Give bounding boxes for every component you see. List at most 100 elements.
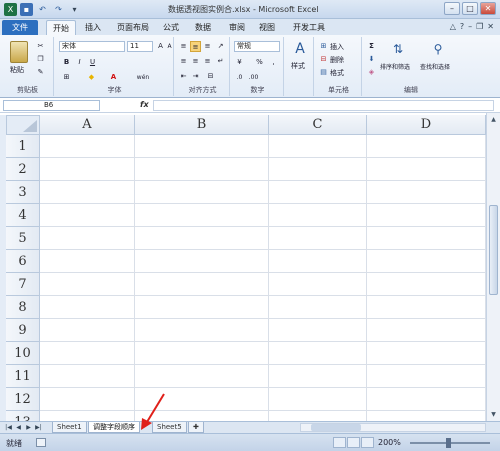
phonetic-icon[interactable]: wén (136, 72, 150, 83)
window-minimize-icon[interactable]: – (468, 22, 472, 31)
tab-home[interactable]: 开始 (46, 20, 76, 35)
orientation-icon[interactable]: ↗ (215, 41, 226, 52)
sheet-tab-sheet1[interactable]: Sheet1 (52, 422, 87, 433)
format-cells-icon[interactable]: ▤ (318, 67, 329, 78)
zoom-level[interactable]: 200% (378, 438, 401, 447)
row-header[interactable]: 11 (6, 365, 40, 388)
delete-cells-icon[interactable]: ⊟ (318, 54, 329, 65)
font-name-select[interactable]: 宋体 (59, 41, 125, 52)
paste-icon[interactable] (10, 41, 28, 63)
insert-cells-label[interactable]: 插入 (330, 42, 344, 52)
shrink-font-icon[interactable]: A (164, 41, 175, 52)
maximize-button[interactable]: □ (462, 2, 478, 15)
undo-icon[interactable]: ↶ (36, 3, 49, 16)
redo-icon[interactable]: ↷ (52, 3, 65, 16)
prev-sheet-icon[interactable]: ◀ (14, 423, 23, 432)
align-middle-icon[interactable]: ≡ (190, 41, 201, 52)
styles-icon[interactable]: A (292, 41, 308, 57)
insert-function-icon[interactable]: fx (140, 100, 149, 109)
tab-review[interactable]: 审阅 (224, 20, 250, 35)
next-sheet-icon[interactable]: ▶ (24, 423, 33, 432)
macro-record-icon[interactable] (36, 438, 46, 447)
fill-icon[interactable]: ⬇ (366, 54, 377, 65)
row-header[interactable]: 2 (6, 158, 40, 181)
vertical-scrollbar[interactable]: ▲ ▼ (486, 113, 500, 421)
window-close-icon[interactable]: ✕ (487, 22, 494, 31)
horizontal-scrollbar[interactable] (300, 423, 486, 432)
tab-data[interactable]: 数据 (190, 20, 216, 35)
styles-label[interactable]: 样式 (291, 61, 305, 71)
tab-insert[interactable]: 插入 (80, 20, 106, 35)
delete-cells-label[interactable]: 删除 (330, 55, 344, 65)
row-header[interactable]: 8 (6, 296, 40, 319)
row-header[interactable]: 3 (6, 181, 40, 204)
row-header[interactable]: 9 (6, 319, 40, 342)
paste-label[interactable]: 粘贴 (10, 65, 24, 75)
wrap-text-icon[interactable]: ↵ (215, 56, 226, 67)
sheet-tab-active[interactable]: 调整字段顺序 (88, 422, 140, 433)
fill-color-icon[interactable]: ◆ (86, 72, 97, 83)
align-right-icon[interactable]: ≡ (202, 56, 213, 67)
merge-center-icon[interactable]: ⊟ (205, 71, 216, 82)
vertical-scroll-thumb[interactable] (489, 205, 498, 295)
first-sheet-icon[interactable]: |◀ (4, 423, 13, 432)
tab-file[interactable]: 文件 (2, 20, 38, 35)
last-sheet-icon[interactable]: ▶| (34, 423, 43, 432)
number-format-select[interactable]: 常规 (234, 41, 280, 52)
tab-page-layout[interactable]: 页面布局 (110, 20, 156, 35)
save-icon[interactable]: ▪ (20, 3, 33, 16)
tab-formulas[interactable]: 公式 (158, 20, 184, 35)
find-select-icon[interactable]: ⚲ (430, 41, 446, 57)
row-header[interactable]: 5 (6, 227, 40, 250)
worksheet-grid[interactable]: A B C D 1 2 3 4 5 6 7 8 9 10 11 12 13 (0, 115, 486, 421)
column-header-d[interactable]: D (367, 115, 486, 135)
sort-filter-label[interactable]: 排序和筛选 (380, 62, 410, 71)
collapse-ribbon-icon[interactable]: △ (450, 22, 456, 31)
row-header[interactable]: 7 (6, 273, 40, 296)
row-header[interactable]: 4 (6, 204, 40, 227)
font-color-icon[interactable]: A (108, 72, 119, 83)
column-header-c[interactable]: C (269, 115, 367, 135)
column-header-b[interactable]: B (135, 115, 269, 135)
copy-icon[interactable]: ❐ (35, 54, 46, 65)
window-restore-icon[interactable]: ❐ (476, 22, 483, 31)
align-left-icon[interactable]: ≡ (178, 56, 189, 67)
zoom-slider[interactable] (410, 438, 490, 448)
row-header[interactable]: 6 (6, 250, 40, 273)
row-header[interactable]: 10 (6, 342, 40, 365)
normal-view-icon[interactable] (333, 437, 346, 448)
autosum-icon[interactable]: Σ (366, 41, 377, 52)
name-box[interactable]: B6 (3, 100, 100, 111)
scroll-down-icon[interactable]: ▼ (489, 410, 498, 419)
minimize-button[interactable]: – (444, 2, 460, 15)
decrease-indent-icon[interactable]: ⇤ (178, 71, 189, 82)
increase-indent-icon[interactable]: ⇥ (190, 71, 201, 82)
align-bottom-icon[interactable]: ≡ (202, 41, 213, 52)
row-header[interactable]: 1 (6, 135, 40, 158)
align-top-icon[interactable]: ≡ (178, 41, 189, 52)
borders-icon[interactable]: ⊞ (61, 72, 72, 83)
close-button[interactable]: ✕ (480, 2, 496, 15)
tab-developer[interactable]: 开发工具 (286, 20, 332, 35)
align-center-icon[interactable]: ≡ (190, 56, 201, 67)
scroll-up-icon[interactable]: ▲ (489, 115, 498, 124)
currency-icon[interactable]: ¥ (234, 57, 245, 68)
clear-icon[interactable]: ◈ (366, 67, 377, 78)
increase-decimal-icon[interactable]: .0 (234, 72, 245, 83)
sort-filter-icon[interactable]: ⇅ (390, 41, 406, 57)
bold-button[interactable]: B (61, 57, 72, 68)
insert-cells-icon[interactable]: ⊞ (318, 41, 329, 52)
format-cells-label[interactable]: 格式 (330, 68, 344, 78)
select-all-corner[interactable] (6, 115, 40, 135)
format-painter-icon[interactable]: ✎ (35, 67, 46, 78)
italic-button[interactable]: I (74, 57, 85, 68)
tab-view[interactable]: 视图 (254, 20, 280, 35)
horizontal-scroll-thumb[interactable] (311, 424, 361, 431)
column-header-a[interactable]: A (40, 115, 135, 135)
underline-button[interactable]: U (87, 57, 98, 68)
formula-input[interactable] (153, 100, 494, 111)
cut-icon[interactable]: ✂ (35, 41, 46, 52)
comma-button[interactable]: , (268, 57, 279, 68)
font-size-select[interactable]: 11 (127, 41, 153, 52)
page-layout-view-icon[interactable] (347, 437, 360, 448)
